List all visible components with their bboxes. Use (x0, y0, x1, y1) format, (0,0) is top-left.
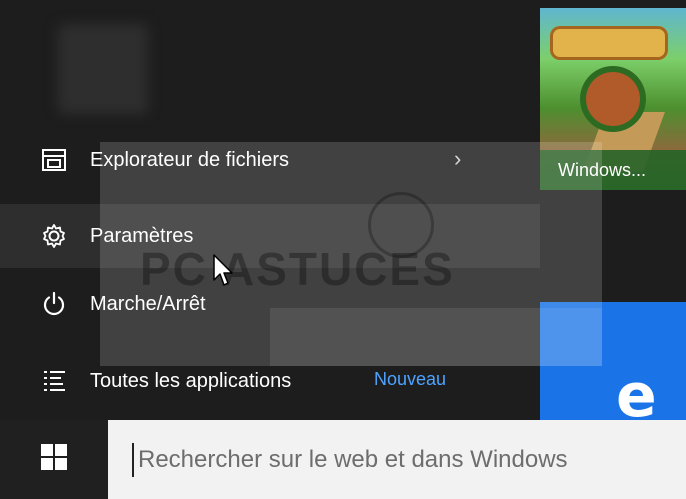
text-caret (132, 442, 134, 477)
watermark-box (270, 308, 602, 366)
list-icon (36, 363, 72, 399)
mouse-cursor-icon (213, 254, 235, 293)
file-explorer-icon (36, 142, 72, 178)
user-avatar[interactable] (58, 24, 148, 114)
taskbar: Rechercher sur le web et dans Windows (0, 420, 686, 499)
windows-logo-icon (40, 443, 68, 476)
start-menu: Explorateur de fichiers › Paramètres Mar… (0, 0, 686, 420)
new-badge: Nouveau (374, 369, 447, 389)
search-placeholder: Rechercher sur le web et dans Windows (138, 445, 568, 473)
power-icon (36, 286, 72, 322)
watermark: PC ASTUCES (100, 142, 602, 366)
watermark-text: PC ASTUCES (140, 243, 455, 295)
game-character-graphic (586, 72, 640, 126)
game-sign-graphic (550, 26, 668, 60)
edge-icon: e (616, 361, 657, 420)
menu-item-label: Toutes les applications (90, 369, 292, 392)
gear-icon (36, 218, 72, 254)
start-button[interactable] (0, 420, 108, 499)
search-input[interactable]: Rechercher sur le web et dans Windows (108, 420, 686, 499)
